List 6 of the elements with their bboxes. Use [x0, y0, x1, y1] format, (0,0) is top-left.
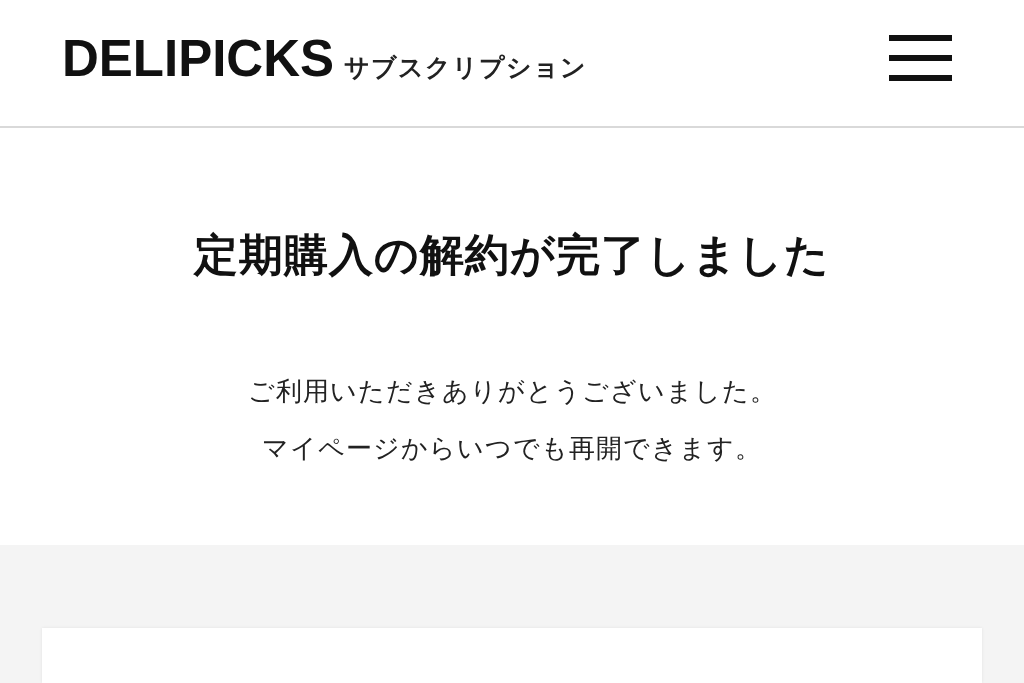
page-title: 定期購入の解約が完了しました: [194, 228, 830, 282]
menu-icon[interactable]: [889, 35, 952, 81]
message-text: マイページからいつでも再開できます。: [262, 432, 762, 465]
message-text: ご利用いただきありがとうございました。: [247, 375, 777, 408]
logo[interactable]: DELIPICKS: [62, 28, 335, 88]
logo-subtitle: サブスクリプション: [344, 51, 588, 84]
